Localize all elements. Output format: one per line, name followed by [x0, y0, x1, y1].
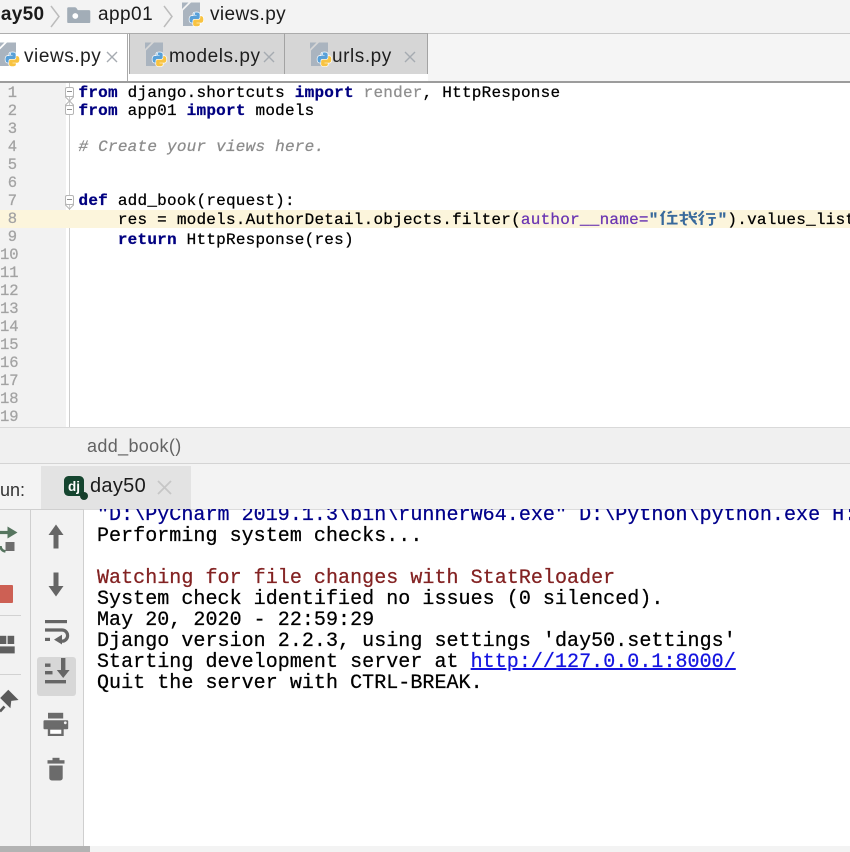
- svg-text:dj: dj: [68, 479, 80, 494]
